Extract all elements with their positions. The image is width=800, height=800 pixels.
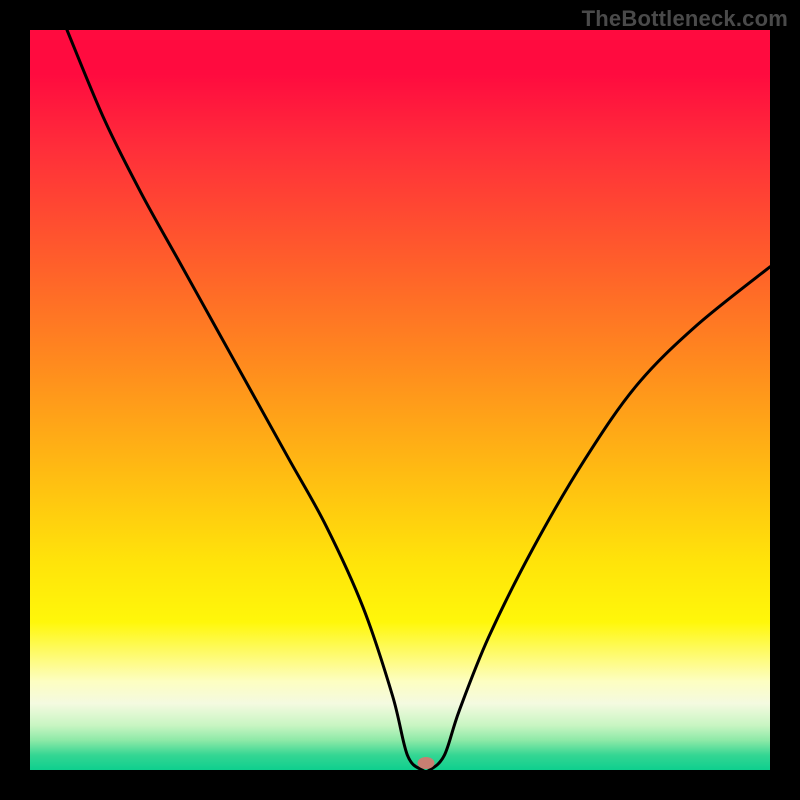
- watermark-text: TheBottleneck.com: [582, 6, 788, 32]
- chart-frame: TheBottleneck.com: [0, 0, 800, 800]
- bottleneck-curve: [30, 30, 770, 770]
- plot-area: [30, 30, 770, 770]
- optimal-point-marker: [417, 757, 434, 769]
